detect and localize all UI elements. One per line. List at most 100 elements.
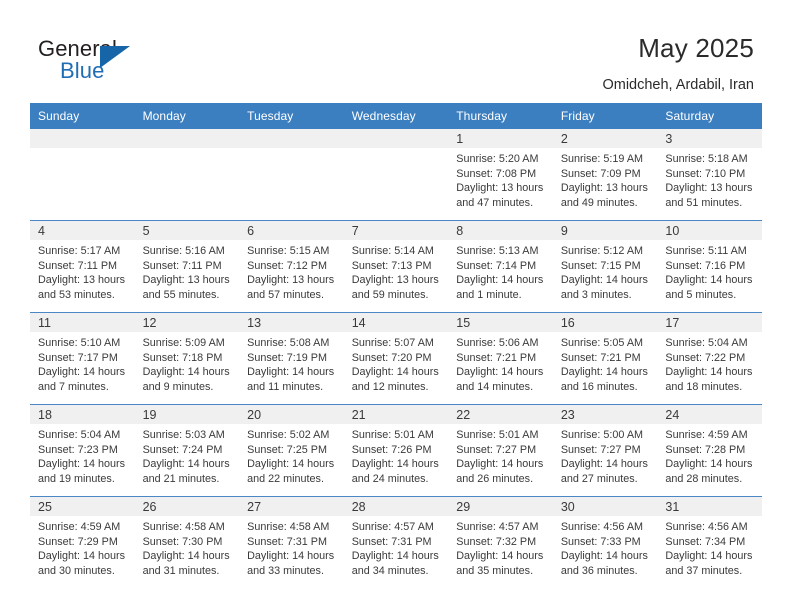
daylight-duration-line2: and 55 minutes.	[142, 288, 220, 301]
calendar-day-cell[interactable]: 4 Sunrise: 5:17 AM Sunset: 7:11 PM Daylight…	[30, 220, 135, 313]
calendar-day-cell[interactable]: 28 Sunrise: 4:57 AM Sunset: 7:31 PM Dayligh…	[343, 496, 449, 588]
day-number: 7	[343, 221, 449, 240]
day-cell-24: 24 Sunrise: 4:59 AM Sunset: 7:28 PM Dayligh…	[657, 405, 762, 496]
daylight-duration-line2: and 51 minutes.	[665, 196, 743, 209]
calendar-day-cell[interactable]: 24 Sunrise: 4:59 AM Sunset: 7:28 PM Dayligh…	[657, 404, 762, 497]
weekday-header-tuesday: Tuesday	[239, 103, 344, 129]
day-cell-22: 22 Sunrise: 5:01 AM Sunset: 7:27 PM Dayligh…	[448, 405, 553, 496]
calendar-day-cell[interactable]: 10 Sunrise: 5:11 AM Sunset: 7:16 PM Dayligh…	[657, 220, 762, 313]
general-blue-logo[interactable]: General Blue	[38, 36, 218, 88]
calendar-day-cell[interactable]: 16 Sunrise: 5:05 AM Sunset: 7:21 PM Dayligh…	[552, 312, 658, 405]
sunrise-sunset-calendar-table: Sunday Monday Tuesday Wednesday Thursday…	[30, 103, 762, 588]
day-details: Sunrise: 4:57 AM Sunset: 7:32 PM Daylight:…	[448, 516, 553, 578]
calendar-day-cell[interactable]: 5 Sunrise: 5:16 AM Sunset: 7:11 PM Daylight…	[134, 220, 240, 313]
calendar-day-cell[interactable]: 13 Sunrise: 5:08 AM Sunset: 7:19 PM Dayligh…	[239, 312, 344, 405]
daylight-duration-line2: and 49 minutes.	[560, 196, 638, 209]
calendar-day-cell[interactable]: 3 Sunrise: 5:18 AM Sunset: 7:10 PM Daylight…	[657, 129, 762, 221]
day-details: Sunrise: 5:06 AM Sunset: 7:21 PM Daylight:…	[448, 332, 553, 394]
calendar-day-cell[interactable]: 12 Sunrise: 5:09 AM Sunset: 7:18 PM Dayligh…	[134, 312, 240, 405]
day-number: 16	[552, 313, 658, 332]
calendar-day-cell[interactable]	[134, 129, 240, 221]
sunset-time: Sunset: 7:24 PM	[142, 443, 223, 456]
calendar-day-cell[interactable]: 7 Sunrise: 5:14 AM Sunset: 7:13 PM Daylight…	[343, 220, 449, 313]
sunset-time: Sunset: 7:08 PM	[456, 167, 537, 180]
calendar-day-cell[interactable]: 22 Sunrise: 5:01 AM Sunset: 7:27 PM Dayligh…	[448, 404, 553, 497]
calendar-day-cell[interactable]: 21 Sunrise: 5:01 AM Sunset: 7:26 PM Dayligh…	[343, 404, 449, 497]
calendar-day-cell[interactable]: 26 Sunrise: 4:58 AM Sunset: 7:30 PM Dayligh…	[134, 496, 240, 588]
daylight-duration-line2: and 27 minutes.	[560, 472, 638, 485]
day-cell-6: 6 Sunrise: 5:15 AM Sunset: 7:12 PM Daylight…	[239, 221, 344, 312]
sunset-time: Sunset: 7:31 PM	[247, 535, 327, 548]
daylight-duration-line2: and 59 minutes.	[351, 288, 429, 301]
day-cell-21: 21 Sunrise: 5:01 AM Sunset: 7:26 PM Dayligh…	[343, 405, 449, 496]
day-number: 9	[552, 221, 658, 240]
day-number: 5	[134, 221, 240, 240]
daylight-duration-line2: and 36 minutes.	[560, 564, 638, 577]
day-number: 28	[343, 497, 449, 516]
calendar-day-cell[interactable]: 23 Sunrise: 5:00 AM Sunset: 7:27 PM Dayligh…	[552, 404, 658, 497]
empty-day-cell	[343, 129, 449, 220]
sunrise-time: Sunrise: 4:58 AM	[142, 521, 225, 533]
daylight-duration-line2: and 14 minutes.	[456, 380, 534, 393]
sunrise-time: Sunrise: 5:03 AM	[142, 429, 225, 441]
weekday-header-sunday: Sunday	[30, 103, 135, 129]
day-cell-26: 26 Sunrise: 4:58 AM Sunset: 7:30 PM Dayligh…	[134, 497, 240, 588]
daylight-duration-line2: and 1 minute.	[456, 288, 522, 301]
calendar-day-cell[interactable]: 19 Sunrise: 5:03 AM Sunset: 7:24 PM Dayligh…	[134, 404, 240, 497]
daylight-duration-line2: and 30 minutes.	[38, 564, 115, 577]
daylight-duration-line2: and 28 minutes.	[665, 472, 743, 485]
day-cell-17: 17 Sunrise: 5:04 AM Sunset: 7:22 PM Dayligh…	[657, 313, 762, 404]
calendar-day-cell[interactable]: 8 Sunrise: 5:13 AM Sunset: 7:14 PM Daylight…	[448, 220, 553, 313]
calendar-day-cell[interactable]: 31 Sunrise: 4:56 AM Sunset: 7:34 PM Dayligh…	[657, 496, 762, 588]
calendar-day-cell[interactable]: 15 Sunrise: 5:06 AM Sunset: 7:21 PM Dayligh…	[448, 312, 553, 405]
calendar-day-cell[interactable]: 29 Sunrise: 4:57 AM Sunset: 7:32 PM Dayligh…	[448, 496, 553, 588]
day-number: 27	[239, 497, 344, 516]
calendar-day-cell[interactable]: 27 Sunrise: 4:58 AM Sunset: 7:31 PM Dayligh…	[239, 496, 344, 588]
sunset-time: Sunset: 7:34 PM	[665, 535, 746, 548]
day-details: Sunrise: 4:58 AM Sunset: 7:31 PM Daylight:…	[239, 516, 344, 578]
calendar-day-cell[interactable]	[343, 129, 449, 221]
sunrise-time: Sunrise: 5:09 AM	[142, 337, 225, 349]
day-details: Sunrise: 5:05 AM Sunset: 7:21 PM Daylight:…	[553, 332, 658, 394]
sunrise-time: Sunrise: 5:07 AM	[351, 337, 434, 349]
day-cell-13: 13 Sunrise: 5:08 AM Sunset: 7:19 PM Dayligh…	[239, 313, 344, 404]
page-title: May 2025	[638, 33, 754, 63]
calendar-day-cell[interactable]	[239, 129, 344, 221]
calendar-week-row: 1 Sunrise: 5:20 AM Sunset: 7:08 PM Daylight…	[30, 129, 762, 221]
daylight-duration-line2: and 57 minutes.	[247, 288, 324, 301]
daylight-duration-line1: Daylight: 14 hours	[456, 458, 544, 471]
weekday-header-wednesday: Wednesday	[343, 103, 449, 129]
calendar-day-cell[interactable]: 2 Sunrise: 5:19 AM Sunset: 7:09 PM Daylight…	[552, 129, 658, 221]
sunset-time: Sunset: 7:29 PM	[38, 535, 118, 548]
daylight-duration-line1: Daylight: 14 hours	[665, 550, 753, 563]
calendar-day-cell[interactable]: 18 Sunrise: 5:04 AM Sunset: 7:23 PM Dayligh…	[30, 404, 135, 497]
day-number	[30, 129, 135, 148]
daylight-duration-line2: and 5 minutes.	[665, 288, 737, 301]
sunrise-time: Sunrise: 4:57 AM	[456, 521, 539, 533]
calendar-day-cell[interactable]: 11 Sunrise: 5:10 AM Sunset: 7:17 PM Dayligh…	[30, 312, 135, 405]
day-cell-23: 23 Sunrise: 5:00 AM Sunset: 7:27 PM Dayligh…	[552, 405, 658, 496]
daylight-duration-line2: and 3 minutes.	[560, 288, 632, 301]
calendar-day-cell[interactable]: 6 Sunrise: 5:15 AM Sunset: 7:12 PM Daylight…	[239, 220, 344, 313]
calendar-day-cell[interactable]: 30 Sunrise: 4:56 AM Sunset: 7:33 PM Dayligh…	[552, 496, 658, 588]
day-details: Sunrise: 5:08 AM Sunset: 7:19 PM Daylight:…	[239, 332, 344, 394]
day-number: 25	[30, 497, 135, 516]
calendar-day-cell[interactable]	[30, 129, 135, 221]
sunset-time: Sunset: 7:23 PM	[38, 443, 118, 456]
daylight-duration-line1: Daylight: 14 hours	[456, 274, 544, 287]
day-number: 6	[239, 221, 344, 240]
calendar-day-cell[interactable]: 17 Sunrise: 5:04 AM Sunset: 7:22 PM Dayligh…	[657, 312, 762, 405]
day-cell-10: 10 Sunrise: 5:11 AM Sunset: 7:16 PM Dayligh…	[657, 221, 762, 312]
sunset-time: Sunset: 7:11 PM	[142, 259, 222, 272]
calendar-day-cell[interactable]: 14 Sunrise: 5:07 AM Sunset: 7:20 PM Dayligh…	[343, 312, 449, 405]
sunrise-time: Sunrise: 5:20 AM	[456, 153, 539, 165]
weekday-header-monday: Monday	[134, 103, 240, 129]
sunrise-time: Sunrise: 4:57 AM	[351, 521, 434, 533]
day-cell-4: 4 Sunrise: 5:17 AM Sunset: 7:11 PM Daylight…	[30, 221, 135, 312]
calendar-day-cell[interactable]: 20 Sunrise: 5:02 AM Sunset: 7:25 PM Dayligh…	[239, 404, 344, 497]
sunset-time: Sunset: 7:10 PM	[665, 167, 746, 180]
sunset-time: Sunset: 7:30 PM	[142, 535, 223, 548]
calendar-day-cell[interactable]: 1 Sunrise: 5:20 AM Sunset: 7:08 PM Daylight…	[448, 129, 553, 221]
calendar-day-cell[interactable]: 25 Sunrise: 4:59 AM Sunset: 7:29 PM Dayligh…	[30, 496, 135, 588]
calendar-day-cell[interactable]: 9 Sunrise: 5:12 AM Sunset: 7:15 PM Daylight…	[552, 220, 658, 313]
